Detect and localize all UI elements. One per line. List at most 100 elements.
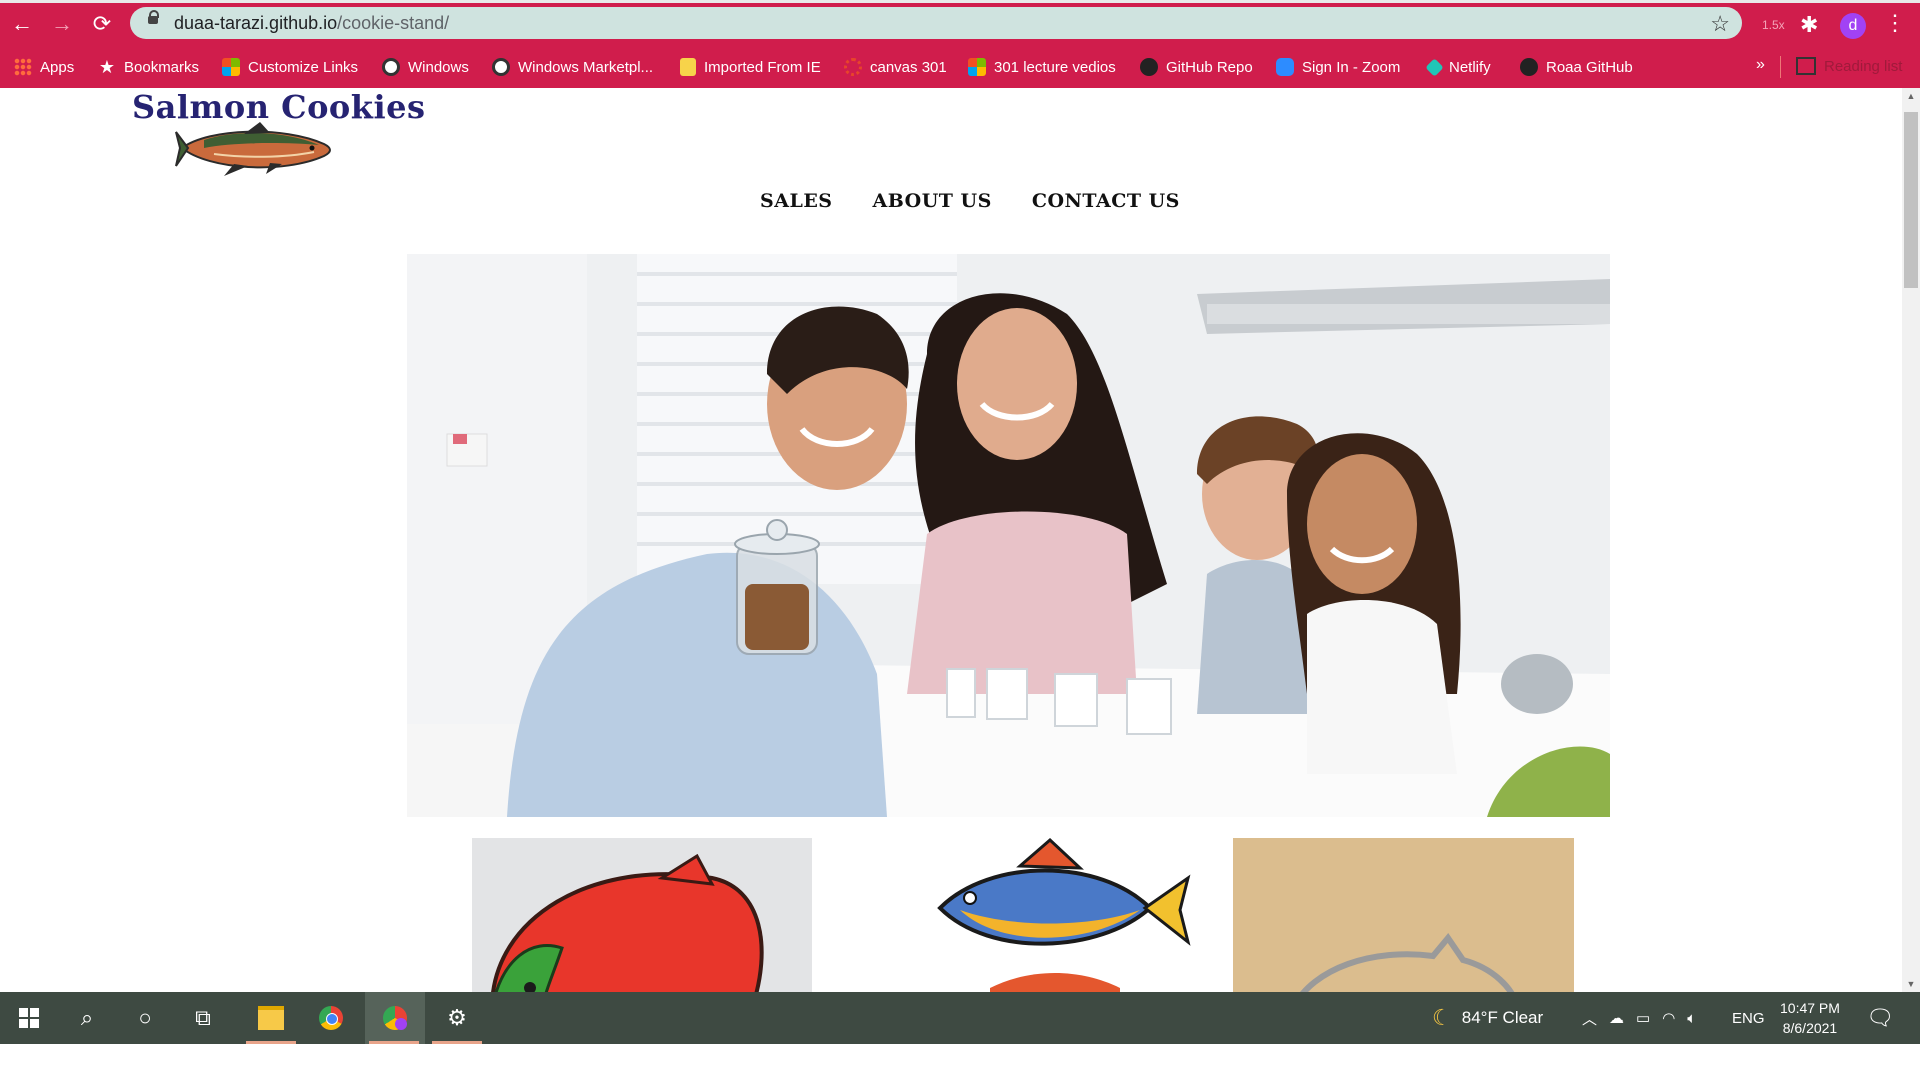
- bookmark-windows[interactable]: Windows: [382, 57, 469, 77]
- chevron-up-icon[interactable]: ︿: [1582, 1008, 1597, 1029]
- gallery-fish-image-2: [930, 838, 1192, 992]
- url-host: duaa-tarazi.github.io: [174, 13, 338, 33]
- bookmark-label: Imported From IE: [704, 58, 821, 76]
- salmon-logo-image: [175, 122, 331, 176]
- bookmark-sign-in-zoom[interactable]: Sign In - Zoom: [1276, 57, 1400, 77]
- url-path: /cookie-stand/: [337, 13, 450, 33]
- bookmark-bookmarks[interactable]: ★ Bookmarks: [98, 57, 199, 77]
- cortana-circle-icon[interactable]: ○: [116, 992, 174, 1044]
- windows-start-icon[interactable]: [0, 992, 58, 1044]
- reading-list-icon: [1796, 57, 1816, 75]
- bookmark-label: Netlify: [1449, 58, 1491, 76]
- weather-widget[interactable]: ☾ 84°F Clear: [1432, 992, 1543, 1044]
- github-icon: [1520, 58, 1538, 76]
- reload-icon[interactable]: ⟳: [90, 12, 114, 36]
- forward-arrow-icon[interactable]: →: [50, 12, 74, 36]
- reading-list-button[interactable]: Reading list: [1796, 57, 1902, 75]
- bookmark-label: 301 lecture vedios: [994, 58, 1116, 76]
- microsoft-icon: [222, 58, 240, 76]
- search-icon[interactable]: ⌕: [58, 992, 116, 1044]
- volume-icon[interactable]: 🔈︎: [1687, 1010, 1696, 1027]
- bookmark-label: Sign In - Zoom: [1302, 58, 1401, 76]
- extensions-puzzle-icon[interactable]: ✱: [1800, 12, 1818, 38]
- bookmark-label: Windows Marketpl...: [518, 58, 654, 76]
- bookmark-label: Windows: [408, 58, 469, 76]
- file-explorer-icon[interactable]: [242, 992, 300, 1044]
- lock-icon: [148, 10, 159, 24]
- bookmark-apps[interactable]: Apps: [14, 57, 74, 77]
- bookmark-label: Bookmarks: [124, 58, 200, 76]
- battery-icon[interactable]: ▭: [1636, 1009, 1650, 1027]
- bookmark-label: Customize Links: [248, 58, 359, 76]
- chrome-profile-icon[interactable]: [365, 992, 425, 1044]
- clock[interactable]: 10:47 PM 8/6/2021: [1780, 992, 1840, 1044]
- bookmark-label: Roaa GitHub: [1546, 58, 1633, 76]
- cookie-cutter-illustration: [1233, 838, 1574, 992]
- nav-contact-us[interactable]: CONTACT US: [1032, 190, 1180, 212]
- gallery-cookie-cutter-image-3: [1233, 838, 1574, 992]
- clock-date: 8/6/2021: [1782, 1020, 1838, 1036]
- bookmark-label: GitHub Repo: [1166, 58, 1253, 76]
- scrollbar-thumb[interactable]: [1904, 112, 1918, 288]
- bookmark-star-icon[interactable]: ☆: [1710, 11, 1730, 37]
- more-bookmarks-chevron-icon[interactable]: »: [1756, 56, 1765, 74]
- clock-time: 10:47 PM: [1780, 1000, 1840, 1016]
- bookmark-301-lecture-vedios[interactable]: 301 lecture vedios: [968, 57, 1116, 77]
- zoom-icon: [1276, 58, 1294, 76]
- windows-taskbar: ⌕ ○ ⧉ ⚙ ☾ 84°F Clear ︿ ☁ ▭ ◠ 🔈︎ ENG 10:4…: [0, 992, 1920, 1044]
- star-icon: ★: [98, 56, 116, 77]
- canvas-icon: [844, 58, 862, 76]
- bookmarks-bar: Apps ★ Bookmarks Customize Links Windows …: [0, 44, 1920, 88]
- bookmark-canvas-301[interactable]: canvas 301: [844, 57, 947, 77]
- painted-fish-illustration: [937, 838, 1191, 992]
- zoom-indicator[interactable]: 1.5x: [1762, 18, 1785, 32]
- address-url[interactable]: duaa-tarazi.github.io/cookie-stand/: [174, 13, 449, 34]
- moon-icon: ☾: [1432, 1005, 1452, 1030]
- weather-text: 84°F Clear: [1461, 1008, 1544, 1027]
- settings-gear-icon[interactable]: ⚙: [428, 992, 486, 1044]
- github-icon: [1140, 58, 1158, 76]
- bookmark-imported-from-ie[interactable]: Imported From IE: [680, 57, 821, 77]
- scroll-up-arrow-icon[interactable]: ▲: [1902, 88, 1920, 104]
- task-view-icon[interactable]: ⧉: [174, 992, 232, 1044]
- chrome-icon[interactable]: [302, 992, 360, 1044]
- browser-title-bar: ← → ⟳ duaa-tarazi.github.io/cookie-stand…: [0, 0, 1920, 44]
- profile-avatar[interactable]: d: [1840, 13, 1866, 39]
- bookmark-windows-marketplace[interactable]: Windows Marketpl...: [492, 57, 653, 77]
- hero-illustration: [407, 254, 1610, 817]
- web-page: Salmon Cookies SALES ABOUT US CONTACT US: [0, 88, 1902, 992]
- tab-strip-edge: [0, 0, 1920, 3]
- address-bar[interactable]: duaa-tarazi.github.io/cookie-stand/ ☆: [130, 7, 1742, 39]
- scroll-down-arrow-icon[interactable]: ▼: [1902, 976, 1920, 992]
- globe-icon: [492, 58, 510, 76]
- apps-grid-icon: [14, 58, 32, 76]
- bookmark-label: Apps: [40, 58, 75, 76]
- wifi-icon[interactable]: ◠: [1662, 1009, 1675, 1027]
- language-indicator[interactable]: ENG: [1732, 992, 1765, 1044]
- microsoft-icon: [968, 58, 986, 76]
- reading-list-label: Reading list: [1824, 57, 1903, 75]
- salmon-cookie-illustration: [472, 838, 812, 992]
- bookmarks-separator: [1780, 56, 1781, 78]
- folder-icon: [680, 58, 696, 76]
- nav-sales[interactable]: SALES: [760, 190, 833, 212]
- page-scrollbar[interactable]: ▲ ▼: [1902, 88, 1920, 992]
- nav-about-us[interactable]: ABOUT US: [873, 190, 992, 212]
- bookmark-label: canvas 301: [870, 58, 947, 76]
- bookmark-netlify[interactable]: Netlify: [1425, 57, 1491, 77]
- menu-kebab-icon[interactable]: ⋮: [1884, 10, 1906, 36]
- bookmark-customize-links[interactable]: Customize Links: [222, 57, 358, 77]
- bookmark-roaa-github[interactable]: Roaa GitHub: [1520, 57, 1633, 77]
- onedrive-cloud-icon[interactable]: ☁: [1609, 1009, 1624, 1027]
- action-center-icon[interactable]: 🗨︎: [1866, 992, 1894, 1044]
- gallery-cookie-image-1: [472, 838, 812, 992]
- back-arrow-icon[interactable]: ←: [10, 12, 34, 36]
- main-navigation: SALES ABOUT US CONTACT US: [760, 190, 1180, 212]
- netlify-icon: [1425, 57, 1444, 77]
- bookmark-github-repo[interactable]: GitHub Repo: [1140, 57, 1253, 77]
- system-tray: ︿ ☁ ▭ ◠ 🔈︎: [1582, 992, 1696, 1044]
- screen-bottom-margin: [0, 1044, 1920, 1080]
- windows-logo-icon: [19, 1008, 39, 1028]
- globe-icon: [382, 58, 400, 76]
- hero-family-image: [407, 254, 1610, 817]
